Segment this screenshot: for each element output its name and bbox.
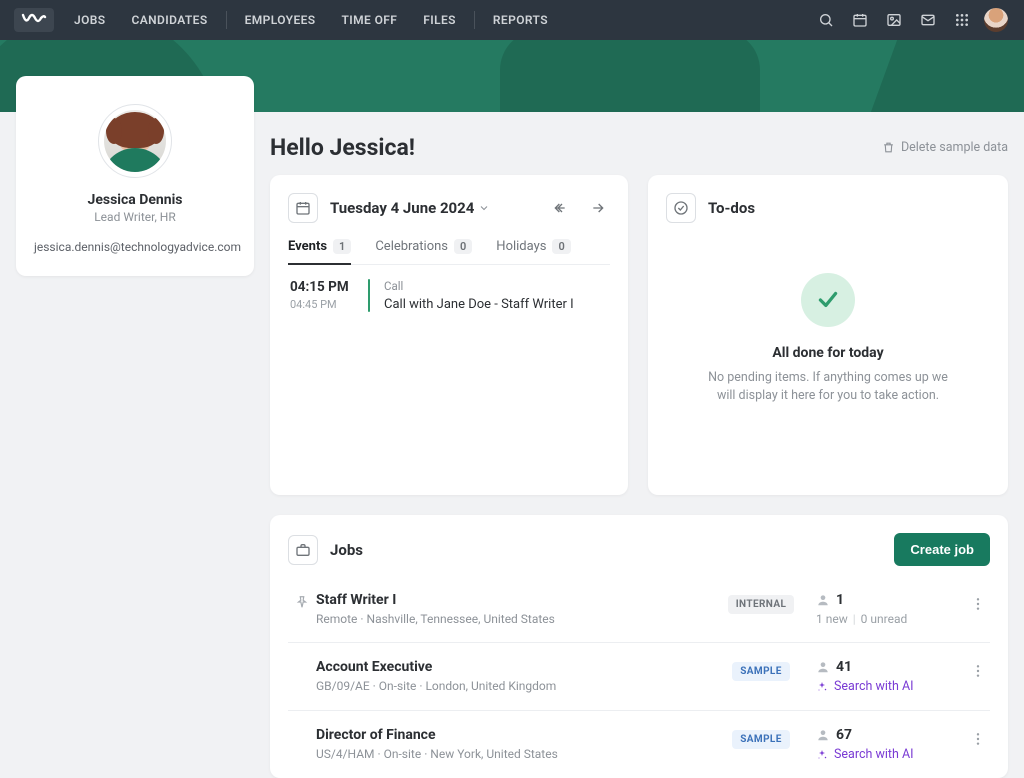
arrow-right-icon <box>590 200 606 216</box>
user-name: Jessica Dennis <box>34 192 236 208</box>
job-unread-count: 0 unread <box>861 612 908 626</box>
nav-jobs[interactable]: JOBS <box>64 13 116 27</box>
pin-icon <box>288 592 316 609</box>
job-new-count: 1 new <box>816 612 848 626</box>
job-count: 1 <box>836 592 844 608</box>
delete-sample-label: Delete sample data <box>901 140 1008 155</box>
page-greeting: Hello Jessica! <box>270 134 415 161</box>
agenda-date-picker[interactable]: Tuesday 4 June 2024 <box>330 199 490 217</box>
job-title: Staff Writer I <box>316 592 706 608</box>
pin-icon <box>288 659 316 662</box>
job-row[interactable]: Account Executive GB/09/AE · On-site · Lo… <box>288 642 990 710</box>
agenda-prev[interactable] <box>548 196 572 220</box>
person-icon <box>816 660 830 674</box>
tab-count-badge: 0 <box>454 239 472 254</box>
pin-icon <box>288 727 316 730</box>
todos-done-title: All done for today <box>666 345 990 361</box>
job-title: Director of Finance <box>316 727 706 743</box>
job-stats: 67 Search with AI <box>816 727 966 762</box>
chevron-down-icon <box>478 202 490 214</box>
person-icon <box>816 728 830 742</box>
job-actions-menu[interactable] <box>966 659 990 679</box>
job-meta: US/4/HAM · On-site · New York, United St… <box>316 747 706 761</box>
trash-icon <box>882 141 895 154</box>
nav-candidates[interactable]: CANDIDATES <box>122 13 218 27</box>
done-check-icon <box>801 273 855 327</box>
calendar-icon[interactable] <box>846 12 874 28</box>
tab-label: Events <box>288 239 327 254</box>
jobs-card: Jobs Create job Staff Writer I Remote · N… <box>270 515 1008 778</box>
logo[interactable] <box>14 8 54 32</box>
tab-count-badge: 0 <box>552 239 570 254</box>
event-kind: Call <box>384 279 574 293</box>
avatar[interactable] <box>98 104 172 178</box>
calendar-icon <box>288 193 318 223</box>
check-circle-icon <box>666 193 696 223</box>
job-info: Staff Writer I Remote · Nashville, Tennes… <box>316 592 706 626</box>
nav-reports[interactable]: REPORTS <box>483 13 558 27</box>
todos-card: To-dos All done for today No pending ite… <box>648 175 1008 495</box>
user-profile-card: Jessica Dennis Lead Writer, HR jessica.d… <box>16 76 254 276</box>
search-with-ai[interactable]: Search with AI <box>816 679 966 694</box>
person-icon <box>816 593 830 607</box>
job-tag: INTERNAL <box>728 595 795 614</box>
todos-done-subtitle: No pending items. If anything comes up w… <box>703 369 953 405</box>
job-count: 41 <box>836 659 852 675</box>
nav-files[interactable]: FILES <box>413 13 466 27</box>
job-actions-menu[interactable] <box>966 592 990 612</box>
tab-events[interactable]: Events 1 <box>288 239 351 264</box>
sparkle-icon <box>816 681 828 693</box>
tab-label: Celebrations <box>375 239 448 254</box>
event-title: Call with Jane Doe - Staff Writer I <box>384 297 574 312</box>
job-tag: SAMPLE <box>732 662 790 681</box>
search-icon[interactable] <box>812 12 840 28</box>
agenda-date-label: Tuesday 4 June 2024 <box>330 199 474 217</box>
job-row[interactable]: Director of Finance US/4/HAM · On-site · … <box>288 710 990 778</box>
job-row[interactable]: Staff Writer I Remote · Nashville, Tennes… <box>288 576 990 642</box>
mail-icon[interactable] <box>914 12 942 28</box>
agenda-card: Tuesday 4 June 2024 Events 1 Celebration <box>270 175 628 495</box>
user-email: jessica.dennis@technologyadvice.com <box>34 240 236 254</box>
job-stats: 11 new|0 unread <box>816 592 966 626</box>
top-navbar: JOBS CANDIDATES EMPLOYEES TIME OFF FILES… <box>0 0 1024 40</box>
job-info: Account Executive GB/09/AE · On-site · Lo… <box>316 659 706 693</box>
arrow-left-icon <box>552 200 568 216</box>
todos-heading: To-dos <box>708 199 755 217</box>
job-stats: 41 Search with AI <box>816 659 966 694</box>
jobs-heading: Jobs <box>330 541 363 559</box>
create-job-button[interactable]: Create job <box>894 533 990 566</box>
apps-icon[interactable] <box>948 12 976 28</box>
briefcase-icon <box>288 535 318 565</box>
job-meta: GB/09/AE · On-site · London, United King… <box>316 679 706 693</box>
delete-sample-data[interactable]: Delete sample data <box>882 140 1008 155</box>
user-avatar-menu[interactable] <box>982 8 1010 32</box>
nav-employees[interactable]: EMPLOYEES <box>235 13 326 27</box>
event-end-time: 04:45 PM <box>290 298 354 311</box>
image-icon[interactable] <box>880 12 908 28</box>
job-title: Account Executive <box>316 659 706 675</box>
kebab-icon <box>970 596 986 612</box>
kebab-icon <box>970 731 986 747</box>
nav-separator <box>474 11 475 29</box>
nav-timeoff[interactable]: TIME OFF <box>332 13 408 27</box>
event-start-time: 04:15 PM <box>290 279 354 295</box>
sparkle-icon <box>816 749 828 761</box>
job-meta: Remote · Nashville, Tennessee, United St… <box>316 612 706 626</box>
tab-label: Holidays <box>496 239 546 254</box>
search-with-ai[interactable]: Search with AI <box>816 747 966 762</box>
event-accent-bar <box>368 279 370 312</box>
event-item[interactable]: 04:15 PM 04:45 PM Call Call with Jane Do… <box>288 265 610 312</box>
agenda-next[interactable] <box>586 196 610 220</box>
job-count: 67 <box>836 727 852 743</box>
tab-holidays[interactable]: Holidays 0 <box>496 239 570 264</box>
kebab-icon <box>970 663 986 679</box>
tab-celebrations[interactable]: Celebrations 0 <box>375 239 472 264</box>
job-info: Director of Finance US/4/HAM · On-site · … <box>316 727 706 761</box>
nav-separator <box>226 11 227 29</box>
tab-count-badge: 1 <box>333 239 351 254</box>
job-tag: SAMPLE <box>732 730 790 749</box>
user-role: Lead Writer, HR <box>34 210 236 224</box>
job-actions-menu[interactable] <box>966 727 990 747</box>
